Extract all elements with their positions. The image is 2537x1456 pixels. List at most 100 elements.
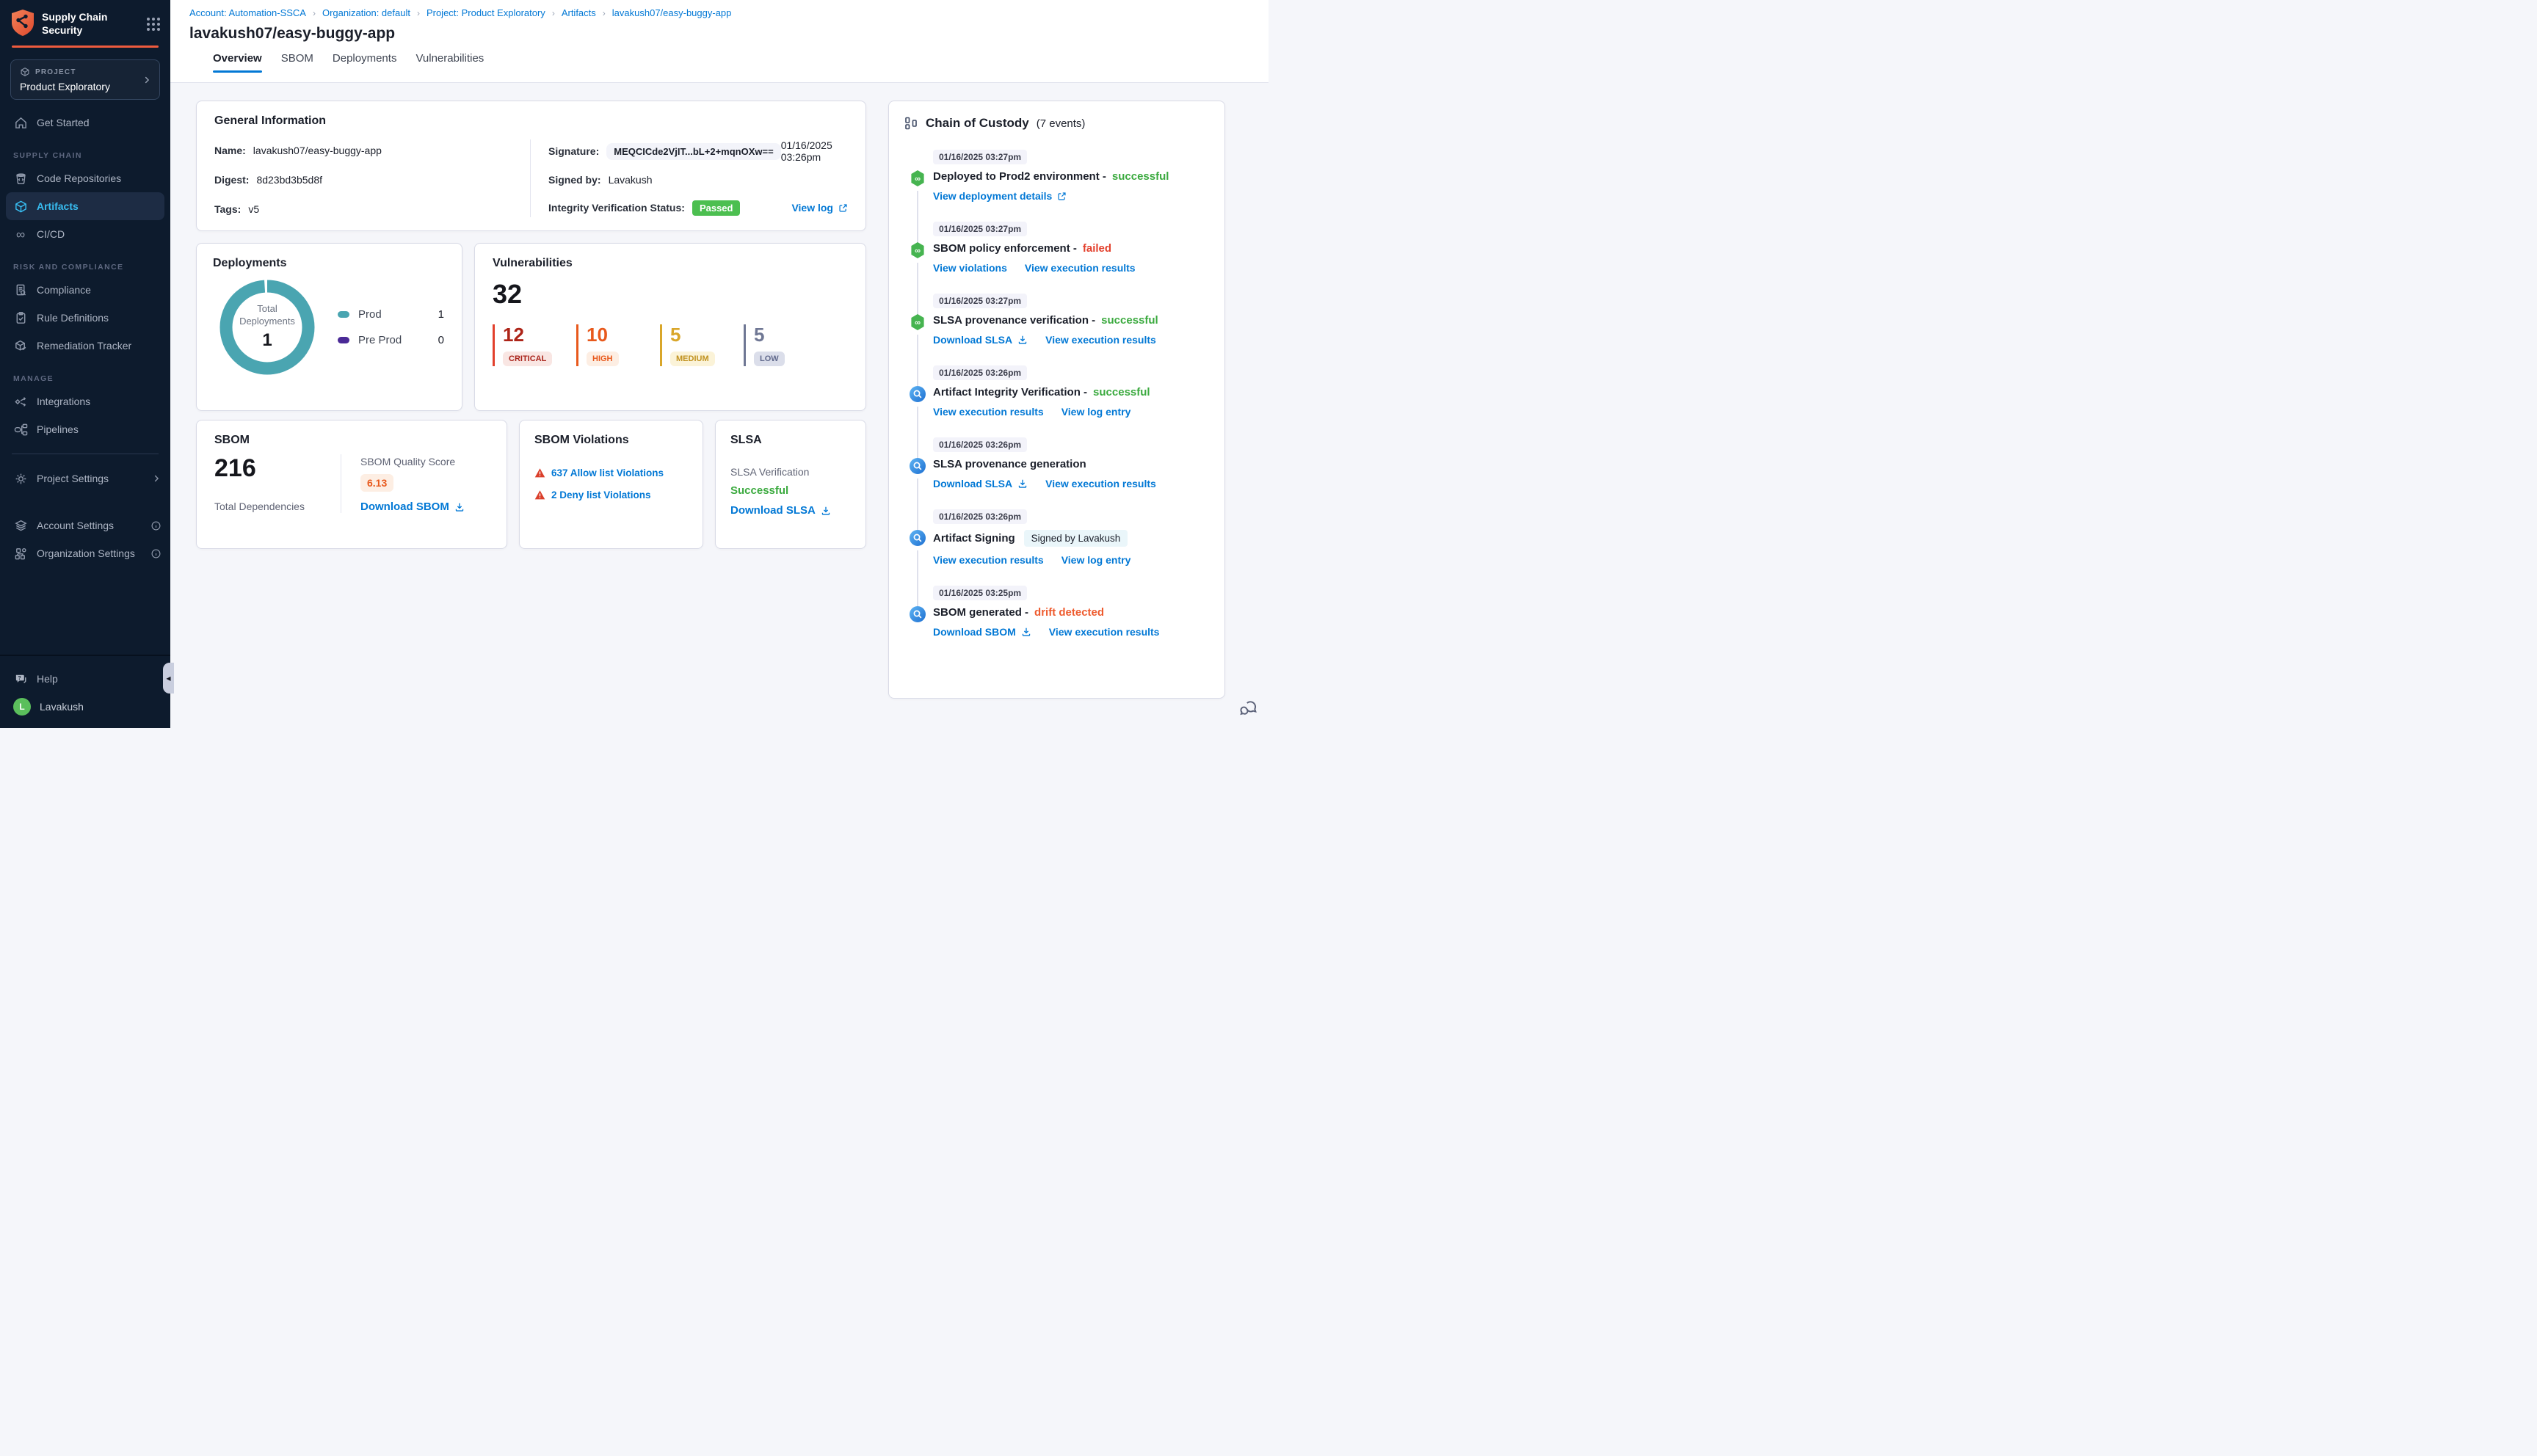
event-links: Download SLSA View execution results xyxy=(933,478,1210,489)
tab-bar: Overview SBOM Deployments Vulnerabilitie… xyxy=(213,52,1268,73)
chain-events-list: ∞ 01/16/2025 03:27pm Deployed to Prod2 env… xyxy=(904,150,1210,638)
sidebar: Supply Chain Security PROJECT Product Ex… xyxy=(0,0,170,728)
warning-triangle-icon xyxy=(534,489,545,500)
breadcrumb-item[interactable]: Artifacts xyxy=(562,7,596,18)
sidebar-item-label: Organization Settings xyxy=(37,547,135,560)
signature-value-chip[interactable]: MEQCICde2VjIT...bL+2+mqnOXw== xyxy=(606,142,781,160)
sidebar-item-code-repositories[interactable]: Code Repositories xyxy=(0,164,170,192)
event-title-row: Artifact Signing Signed by Lavakush xyxy=(933,530,1210,547)
scan-step-icon xyxy=(909,605,926,623)
sidebar-item-get-started[interactable]: Get Started xyxy=(0,109,170,136)
event-link-view-execution-results[interactable]: View execution results xyxy=(933,554,1044,566)
sidebar-item-remediation-tracker[interactable]: Remediation Tracker xyxy=(0,332,170,360)
event-link-label: View violations xyxy=(933,262,1007,274)
total-deployments-value: 1 xyxy=(262,330,272,350)
tab-overview[interactable]: Overview xyxy=(213,52,262,73)
sidebar-item-artifacts[interactable]: Artifacts xyxy=(6,192,164,221)
event-link-download-sbom[interactable]: Download SBOM xyxy=(933,626,1031,638)
event-title-row: SLSA provenance verification - successful xyxy=(933,314,1210,327)
event-link-view-execution-results[interactable]: View execution results xyxy=(933,406,1044,418)
event-link-download-slsa[interactable]: Download SLSA xyxy=(933,334,1028,346)
sidebar-item-integrations[interactable]: Integrations xyxy=(0,387,170,415)
sidebar-user[interactable]: L Lavakush xyxy=(0,693,170,721)
event-title: Artifact Signing xyxy=(933,532,1015,545)
gear-icon xyxy=(13,471,28,486)
external-icon xyxy=(1057,192,1067,201)
violation-link[interactable]: 2 Deny list Violations xyxy=(534,489,688,500)
event-timestamp: 01/16/2025 03:26pm xyxy=(933,365,1028,380)
clipboard-check-icon xyxy=(13,310,28,325)
module-grid-icon[interactable] xyxy=(147,18,160,31)
sidebar-item-label: Pipelines xyxy=(37,423,79,436)
event-timestamp-wrap: 01/16/2025 03:27pm xyxy=(933,294,1210,308)
integrity-status-label: Integrity Verification Status: xyxy=(548,202,685,214)
layers-icon xyxy=(13,518,28,533)
event-timestamp: 01/16/2025 03:27pm xyxy=(933,294,1028,308)
home-icon xyxy=(13,115,28,130)
info-icon[interactable] xyxy=(150,548,161,559)
download-sbom-link[interactable]: Download SBOM xyxy=(360,500,465,513)
chain-events-count: (7 events) xyxy=(1036,117,1086,130)
tab-sbom[interactable]: SBOM xyxy=(281,52,313,73)
sidebar-item-compliance[interactable]: Compliance xyxy=(0,276,170,304)
legend-item-pre-prod: Pre Prod 0 xyxy=(338,334,444,346)
event-link-view-deployment-details[interactable]: View deployment details xyxy=(933,190,1067,202)
chain-event: 01/16/2025 03:25pm SBOM generated - drift … xyxy=(904,586,1210,638)
event-title-row: Artifact Integrity Verification - success… xyxy=(933,386,1210,398)
breadcrumb-item[interactable]: Organization: default xyxy=(322,7,410,18)
event-link-view-execution-results[interactable]: View execution results xyxy=(1025,262,1136,274)
legend-label: Prod xyxy=(358,308,382,321)
breadcrumb-separator: › xyxy=(551,7,555,18)
chat-bubbles-icon[interactable] xyxy=(1238,699,1258,719)
chevron-right-icon xyxy=(151,473,161,484)
sidebar-item-project-settings[interactable]: Project Settings xyxy=(0,465,170,492)
signature-label: Signature: xyxy=(548,145,600,157)
breadcrumb-item[interactable]: Project: Product Exploratory xyxy=(427,7,545,18)
sidebar-item-organization-settings[interactable]: Organization Settings xyxy=(0,539,170,567)
event-link-download-slsa[interactable]: Download SLSA xyxy=(933,478,1028,489)
sidebar-item-help[interactable]: ? Help xyxy=(0,665,170,693)
download-slsa-link[interactable]: Download SLSA xyxy=(730,504,831,517)
sidebar-item-label: CI/CD xyxy=(37,228,65,241)
event-link-view-log-entry[interactable]: View log entry xyxy=(1061,406,1131,418)
project-selector[interactable]: PROJECT Product Exploratory xyxy=(10,59,160,101)
event-status: successful xyxy=(1093,386,1150,398)
sidebar-item-account-settings[interactable]: Account Settings xyxy=(0,512,170,539)
download-icon xyxy=(1017,478,1028,489)
breadcrumb: Account: Automation-SSCA › Organization: d… xyxy=(189,7,1268,18)
tab-vulnerabilities[interactable]: Vulnerabilities xyxy=(415,52,484,73)
event-timestamp-wrap: 01/16/2025 03:26pm xyxy=(933,437,1210,452)
event-link-view-log-entry[interactable]: View log entry xyxy=(1061,554,1131,566)
breadcrumb-item[interactable]: lavakush07/easy-buggy-app xyxy=(612,7,732,18)
violation-link[interactable]: 637 Allow list Violations xyxy=(534,467,688,478)
sidebar-item-label: Get Started xyxy=(37,117,90,129)
signature-date: 01/16/2025 03:26pm xyxy=(780,139,832,163)
event-link-view-execution-results[interactable]: View execution results xyxy=(1045,334,1156,346)
sbom-right: SBOM Quality Score 6.13 Download SBOM xyxy=(341,454,489,513)
event-status: successful xyxy=(1101,314,1158,327)
view-log-link[interactable]: View log xyxy=(791,202,848,214)
tab-deployments[interactable]: Deployments xyxy=(333,52,397,73)
svg-text:?: ? xyxy=(18,675,21,681)
event-link-label: Download SBOM xyxy=(933,626,1016,638)
legend-value: 1 xyxy=(438,308,444,321)
sidebar-collapse-handle[interactable]: ◀ xyxy=(163,663,174,694)
breadcrumb-item[interactable]: Account: Automation-SSCA xyxy=(189,7,306,18)
info-icon[interactable] xyxy=(150,520,161,531)
sidebar-item-rule-definitions[interactable]: Rule Definitions xyxy=(0,304,170,332)
sidebar-item-ci-cd[interactable]: ∞ CI/CD xyxy=(0,220,170,248)
event-link-view-execution-results[interactable]: View execution results xyxy=(1049,626,1160,638)
general-information-title: General Information xyxy=(214,114,327,127)
chain-event: ∞ 01/16/2025 03:27pm SBOM policy enforceme… xyxy=(904,222,1210,316)
event-link-view-execution-results[interactable]: View execution results xyxy=(1045,478,1156,489)
event-link-view-violations[interactable]: View violations xyxy=(933,262,1007,274)
sidebar-item-label: Artifacts xyxy=(37,200,79,213)
event-link-label: View log entry xyxy=(1061,406,1131,418)
event-status: successful xyxy=(1111,170,1169,183)
sidebar-nav: Get Started SUPPLY CHAIN Code Repositories… xyxy=(0,109,170,655)
event-link-label: View deployment details xyxy=(933,190,1053,202)
sidebar-item-pipelines[interactable]: Pipelines xyxy=(0,415,170,443)
scan-step-icon xyxy=(909,529,926,547)
download-icon xyxy=(821,506,831,516)
chain-event: 01/16/2025 03:26pm Artifact Signing Signed… xyxy=(904,509,1210,608)
